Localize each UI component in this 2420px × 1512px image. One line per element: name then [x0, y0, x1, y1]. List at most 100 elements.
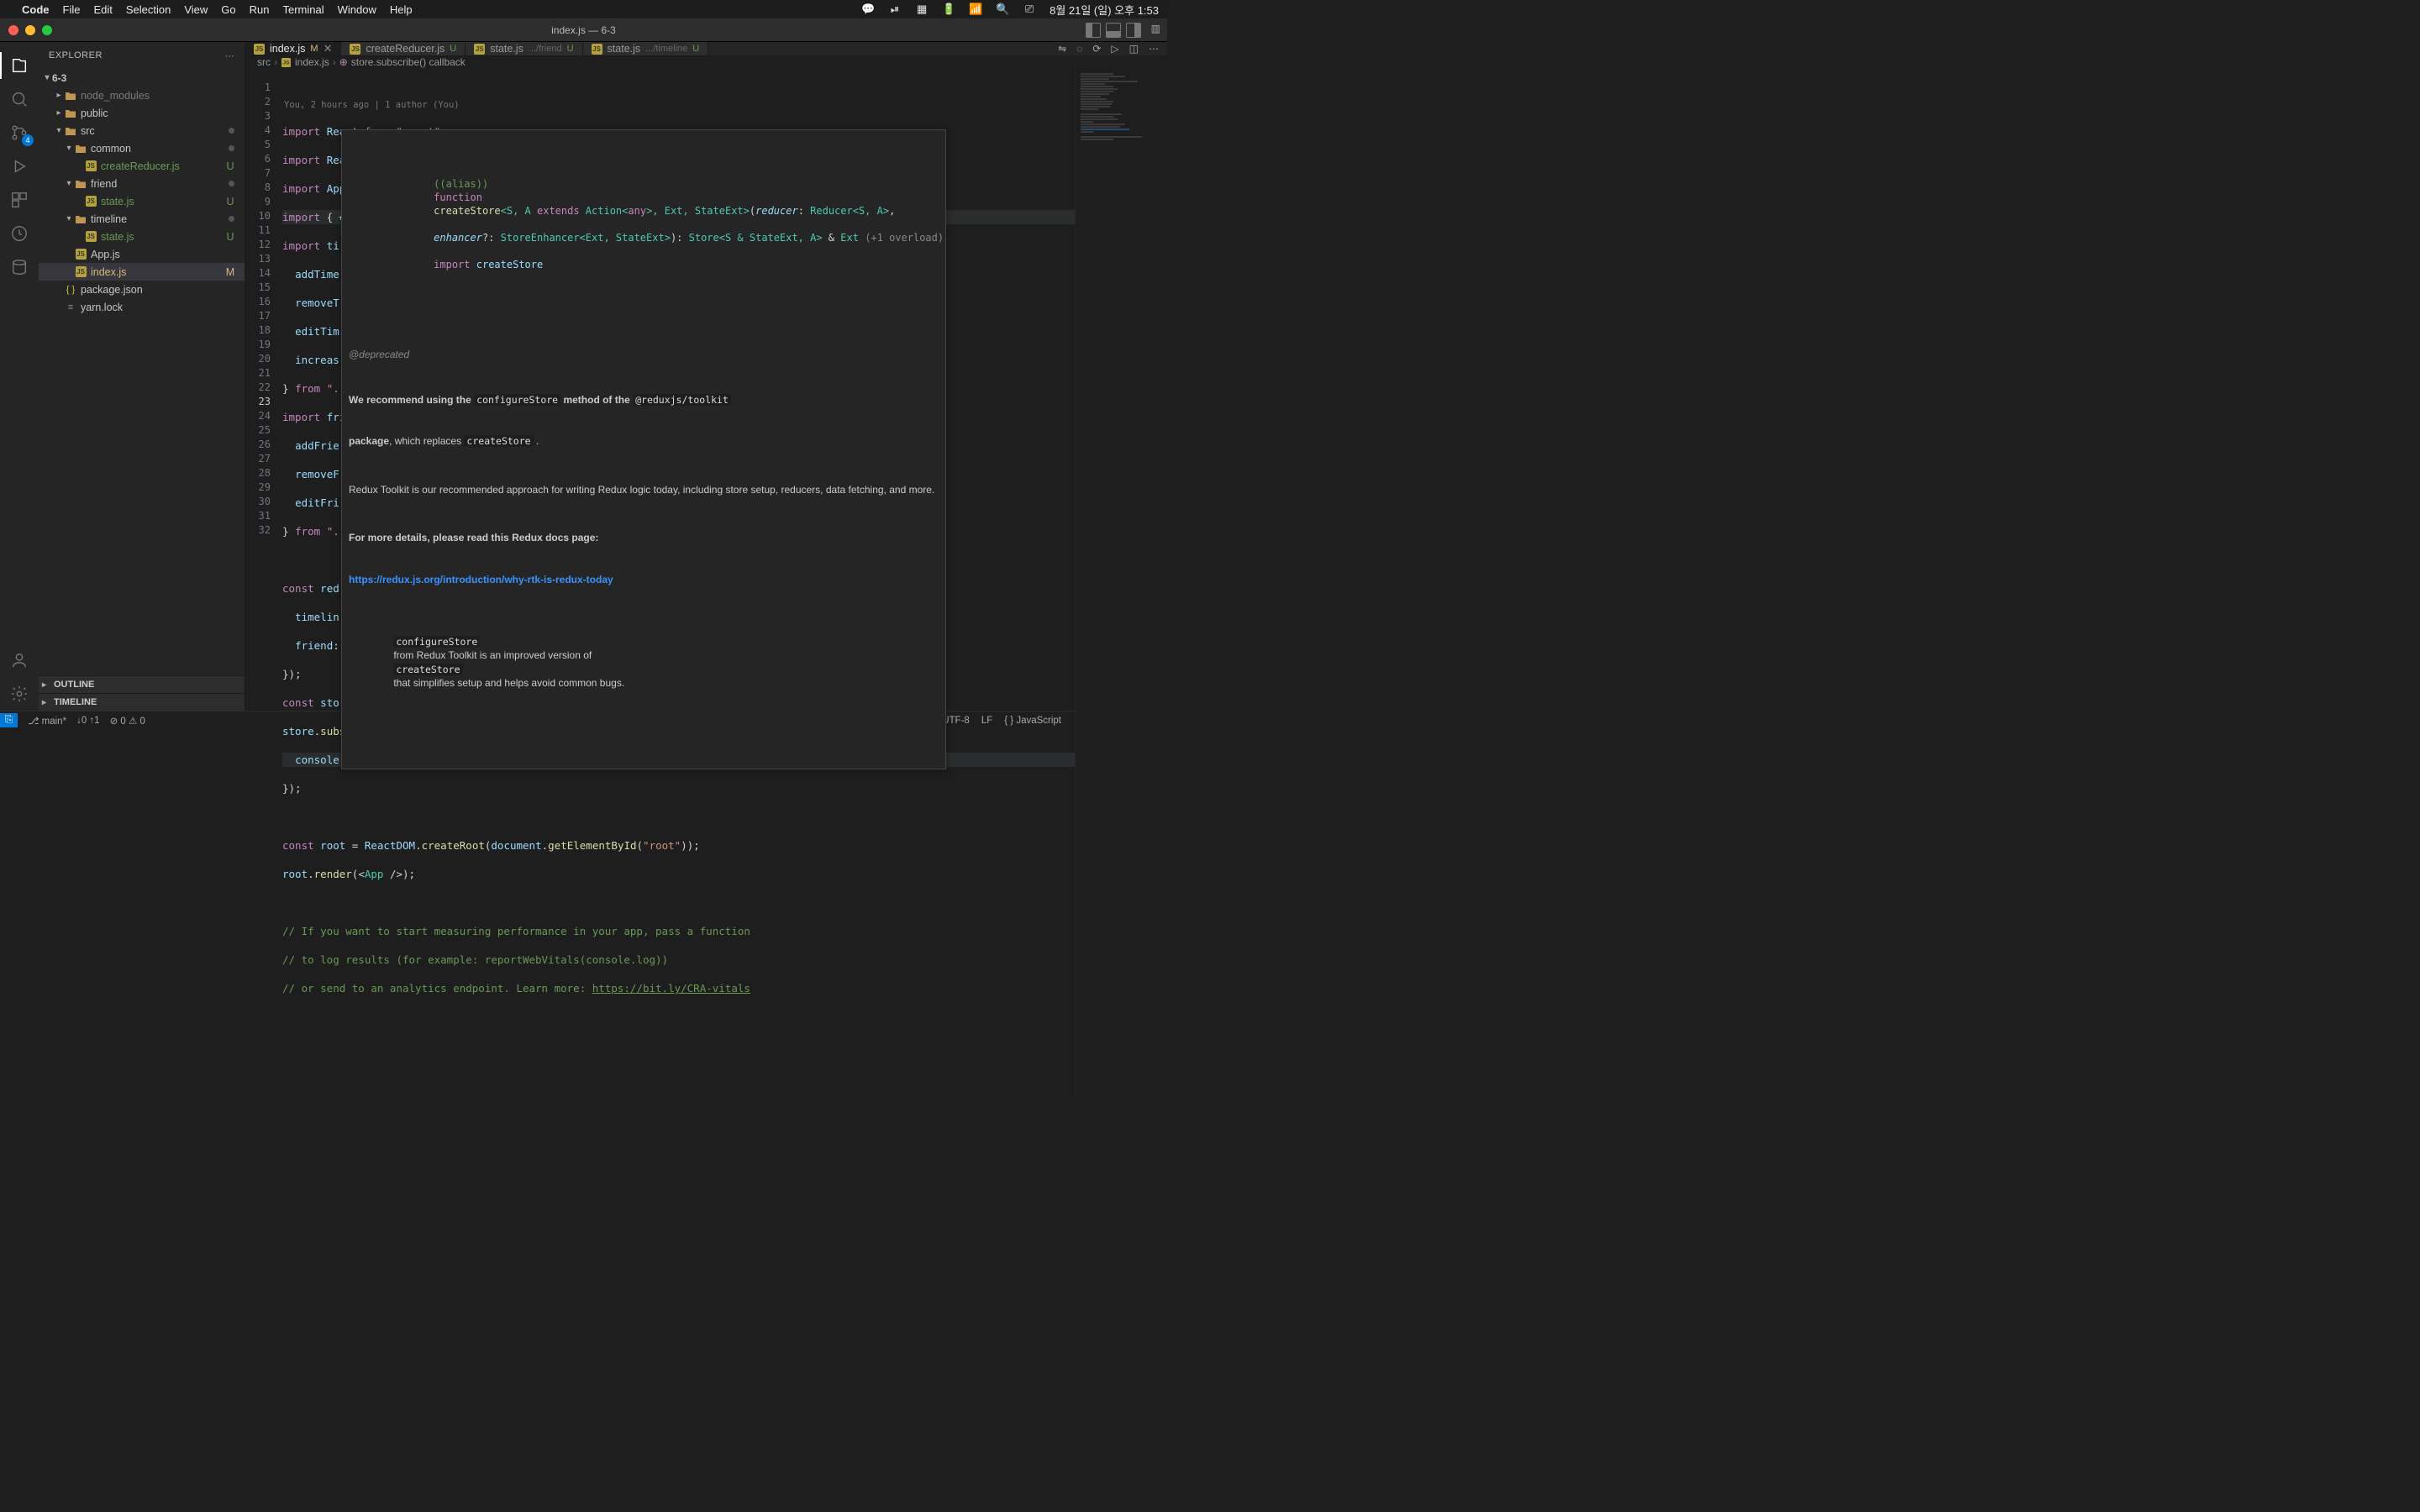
breadcrumb[interactable]: src › JS index.js › ⊕ store.subscribe() …	[245, 56, 1167, 68]
window-title: index.js — 6-3	[551, 24, 616, 36]
compare-changes-icon[interactable]: ⇋	[1058, 43, 1066, 55]
js-file-icon: JS	[84, 160, 97, 173]
menu-run[interactable]: Run	[250, 3, 270, 16]
activity-run-debug[interactable]	[0, 150, 39, 183]
menu-window[interactable]: Window	[338, 3, 376, 16]
tree-item-label: state.js	[101, 231, 224, 243]
method-icon: ⊕	[339, 56, 348, 68]
gitlens-toggle-icon[interactable]: ◌	[1076, 43, 1082, 55]
wifi-icon[interactable]: 📶	[969, 3, 982, 16]
activity-database[interactable]	[0, 250, 39, 284]
breadcrumb-symbol[interactable]: store.subscribe() callback	[351, 56, 466, 68]
toggle-secondary-sidebar-icon[interactable]	[1126, 23, 1141, 38]
tree-folder[interactable]: ▾src	[39, 122, 245, 139]
toggle-panel-icon[interactable]	[1106, 23, 1121, 38]
code-editor[interactable]: 1234567891011121314151617181920212223242…	[245, 68, 1167, 1095]
toggle-primary-sidebar-icon[interactable]	[1086, 23, 1101, 38]
tab-git-status: U	[567, 44, 574, 54]
tree-folder[interactable]: ▾common	[39, 139, 245, 157]
activity-settings[interactable]	[0, 677, 39, 711]
menu-terminal[interactable]: Terminal	[283, 3, 324, 16]
tab-path-hint: .../timeline	[645, 44, 687, 54]
tree-folder[interactable]: ▸public	[39, 104, 245, 122]
activity-gitlens[interactable]	[0, 217, 39, 250]
tree-file[interactable]: JSindex.jsM	[39, 263, 245, 281]
menu-file[interactable]: File	[63, 3, 81, 16]
tab-state-friend[interactable]: JS state.js .../friend U	[466, 42, 582, 55]
tab-label: index.js	[270, 43, 305, 55]
app-name[interactable]: Code	[22, 3, 50, 16]
menu-selection[interactable]: Selection	[126, 3, 171, 16]
tree-item-label: state.js	[101, 196, 224, 207]
tree-root-label: 6-3	[52, 72, 236, 84]
tab-label: createReducer.js	[366, 43, 445, 55]
more-actions-icon[interactable]: ⋯	[1149, 43, 1159, 55]
battery-icon[interactable]: 🔋	[942, 3, 955, 16]
folder-icon	[64, 124, 77, 138]
run-icon[interactable]: ▷	[1111, 43, 1118, 55]
timeline-section[interactable]: ▸TIMELINE	[39, 693, 245, 711]
status-remote[interactable]: ⎘	[0, 713, 18, 727]
control-center-icon[interactable]: ⎚	[1023, 3, 1036, 16]
tab-git-status: U	[450, 44, 456, 54]
activity-explorer[interactable]	[0, 49, 39, 82]
tree-file[interactable]: { }package.json	[39, 281, 245, 298]
tab-createreducer-js[interactable]: JS createReducer.js U	[341, 42, 466, 55]
breadcrumb-src[interactable]: src	[257, 56, 271, 68]
sidebar-title: EXPLORER	[49, 50, 103, 60]
tree-file[interactable]: JSApp.js	[39, 245, 245, 263]
tree-file[interactable]: JSstate.jsU	[39, 228, 245, 245]
tree-file[interactable]: ≡yarn.lock	[39, 298, 245, 316]
tab-close-icon[interactable]: ✕	[324, 42, 333, 55]
menu-help[interactable]: Help	[390, 3, 413, 16]
tree-file[interactable]: JScreateReducer.jsU	[39, 157, 245, 175]
folder-icon	[64, 107, 77, 120]
sidebar-more-icon[interactable]: ⋯	[225, 50, 235, 61]
git-status-letter: M	[224, 266, 236, 278]
menu-view[interactable]: View	[184, 3, 208, 16]
tree-file[interactable]: JSstate.jsU	[39, 192, 245, 210]
split-editor-icon[interactable]: ◫	[1129, 43, 1139, 55]
app-icon[interactable]: ▦	[915, 3, 929, 16]
scm-badge: 4	[22, 134, 34, 146]
breadcrumb-file[interactable]: index.js	[295, 56, 329, 68]
tab-state-timeline[interactable]: JS state.js .../timeline U	[583, 42, 709, 55]
status-branch[interactable]: ⎇ main*	[28, 715, 66, 727]
tree-folder[interactable]: ▾friend	[39, 175, 245, 192]
window-maximize-button[interactable]	[42, 25, 52, 35]
modified-dot-icon	[229, 216, 234, 222]
activity-accounts[interactable]	[0, 643, 39, 677]
js-file-icon: JS	[281, 57, 291, 66]
customize-layout-icon[interactable]: ▥	[1151, 23, 1160, 38]
tab-index-js[interactable]: JS index.js M ✕	[245, 42, 341, 55]
minimap[interactable]	[1075, 68, 1167, 1095]
window-minimize-button[interactable]	[25, 25, 35, 35]
playback-icon[interactable]: ⏯	[888, 3, 902, 16]
menu-edit[interactable]: Edit	[93, 3, 112, 16]
status-problems[interactable]: ⊘ 0 ⚠ 0	[110, 715, 145, 727]
hover-docs-link[interactable]: https://redux.js.org/introduction/why-rt…	[349, 574, 613, 585]
chat-icon[interactable]: 💬	[861, 3, 875, 16]
comment-link[interactable]: https://bit.ly/CRA-vitals	[592, 982, 750, 995]
activity-extensions[interactable]	[0, 183, 39, 217]
menu-go[interactable]: Go	[221, 3, 235, 16]
comment: // to log results (for example: reportWe…	[282, 953, 668, 966]
json-file-icon: { }	[64, 283, 77, 297]
window-titlebar: index.js — 6-3 ▥	[0, 18, 1167, 42]
outline-label: OUTLINE	[54, 680, 94, 690]
menubar-clock[interactable]: 8월 21일 (일) 오후 1:53	[1050, 2, 1159, 18]
tree-folder[interactable]: ▾timeline	[39, 210, 245, 228]
gitlens-file-history-icon[interactable]: ⟳	[1092, 43, 1101, 55]
tab-git-status: M	[310, 44, 318, 54]
window-close-button[interactable]	[8, 25, 18, 35]
status-sync[interactable]: ↓0 ↑1	[76, 716, 100, 726]
tree-root[interactable]: ▾ 6-3	[39, 69, 245, 87]
activity-search[interactable]	[0, 82, 39, 116]
codelens[interactable]: You, 2 hours ago | 1 author (You)	[282, 98, 1167, 110]
git-status-letter: U	[224, 160, 236, 172]
tree-folder[interactable]: ▸node_modules	[39, 87, 245, 104]
activity-source-control[interactable]: 4	[0, 116, 39, 150]
spotlight-icon[interactable]: 🔍	[996, 3, 1009, 16]
outline-section[interactable]: ▸OUTLINE	[39, 675, 245, 693]
git-status-letter: U	[224, 231, 236, 243]
